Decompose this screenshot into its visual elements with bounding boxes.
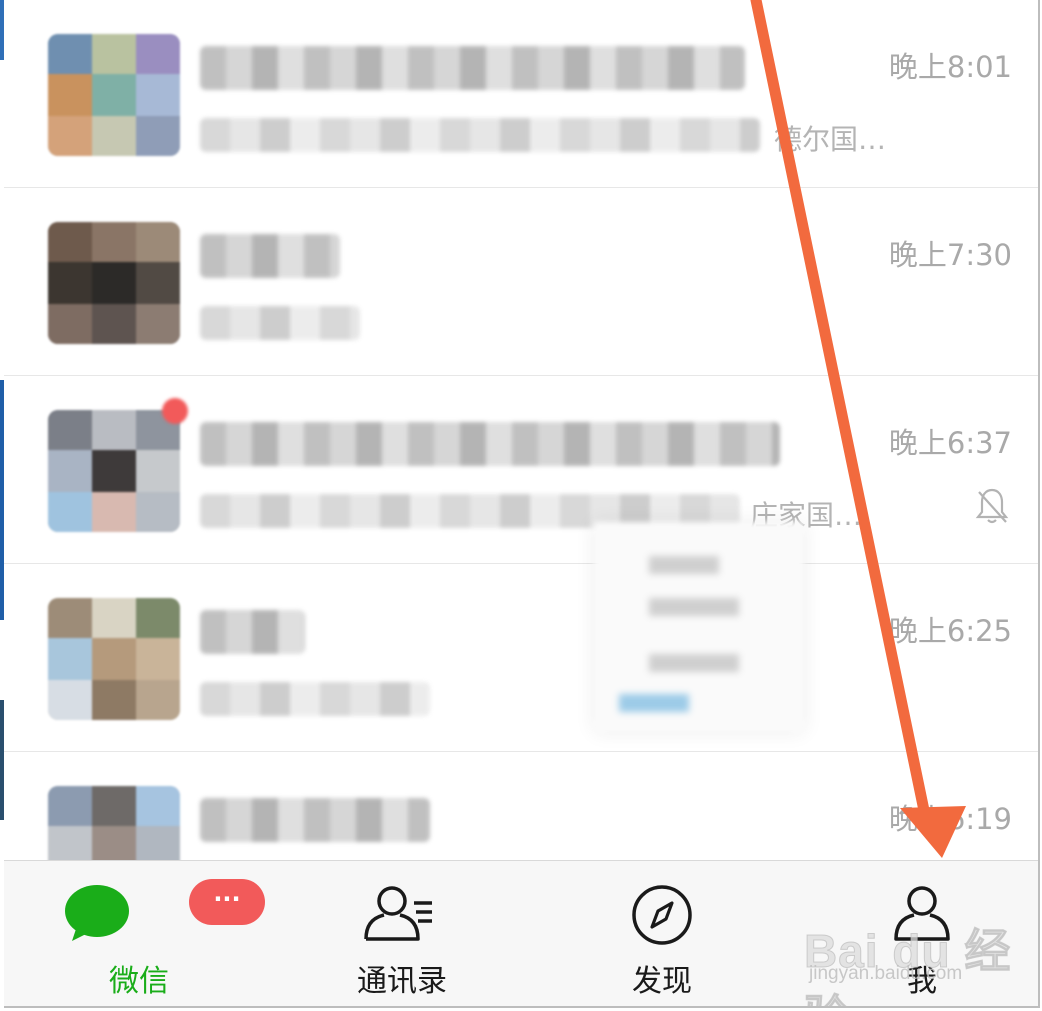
avatar: [48, 598, 180, 720]
mute-bell-icon: [975, 488, 1009, 524]
message-preview-redacted: [200, 682, 430, 716]
message-time: 晚上6:25: [888, 614, 1012, 648]
contact-name-redacted: [200, 610, 305, 654]
tab-discover[interactable]: 发现: [562, 861, 762, 1006]
tab-label: 通讯录: [357, 964, 447, 999]
contact-name-redacted: [200, 422, 780, 466]
chat-bubbles-icon: [65, 885, 129, 941]
message-preview-redacted: [200, 118, 760, 152]
chat-row[interactable]: 庄家国… 晚上6:37: [4, 376, 1038, 564]
tab-contacts[interactable]: 通讯录: [302, 861, 502, 1006]
message-time: 晚上8:01: [888, 50, 1012, 84]
wechat-window: 德尔国… 晚上8:01 晚上7:30 庄家国… 晚上6:37 晚上6:25 晚上…: [4, 0, 1040, 1008]
contact-name-redacted: [200, 234, 340, 278]
watermark-url: jingyan.baidu.com: [809, 963, 963, 984]
chat-row[interactable]: 德尔国… 晚上8:01: [4, 0, 1038, 188]
tab-label: 发现: [632, 964, 692, 999]
message-preview-redacted: [200, 306, 360, 340]
chat-row[interactable]: 晚上7:30: [4, 188, 1038, 376]
contact-name-redacted: [200, 46, 745, 90]
compass-icon: [632, 885, 692, 945]
unread-more-badge: ···: [189, 879, 265, 925]
redacted-popup: [594, 522, 804, 732]
message-time: 晚上7:30: [888, 238, 1012, 272]
message-time: 晚上6:37: [888, 426, 1012, 460]
baidu-jingyan-watermark: Bai du 经验: [804, 925, 1012, 1007]
tab-label: 微信: [109, 964, 169, 999]
chat-row[interactable]: 晚上6:25: [4, 564, 1038, 752]
chat-list[interactable]: 德尔国… 晚上8:01 晚上7:30 庄家国… 晚上6:37 晚上6:25 晚上…: [4, 0, 1038, 940]
tab-wechat[interactable]: ··· 微信: [39, 861, 265, 1006]
avatar: [48, 222, 180, 344]
message-preview-tail: 德尔国…: [774, 123, 887, 156]
avatar: [48, 410, 180, 532]
unread-dot: [162, 398, 188, 424]
message-time: 晚上6:19: [888, 802, 1012, 836]
contacts-icon: [364, 886, 432, 941]
contact-name-redacted: [200, 798, 430, 842]
avatar: [48, 34, 180, 156]
